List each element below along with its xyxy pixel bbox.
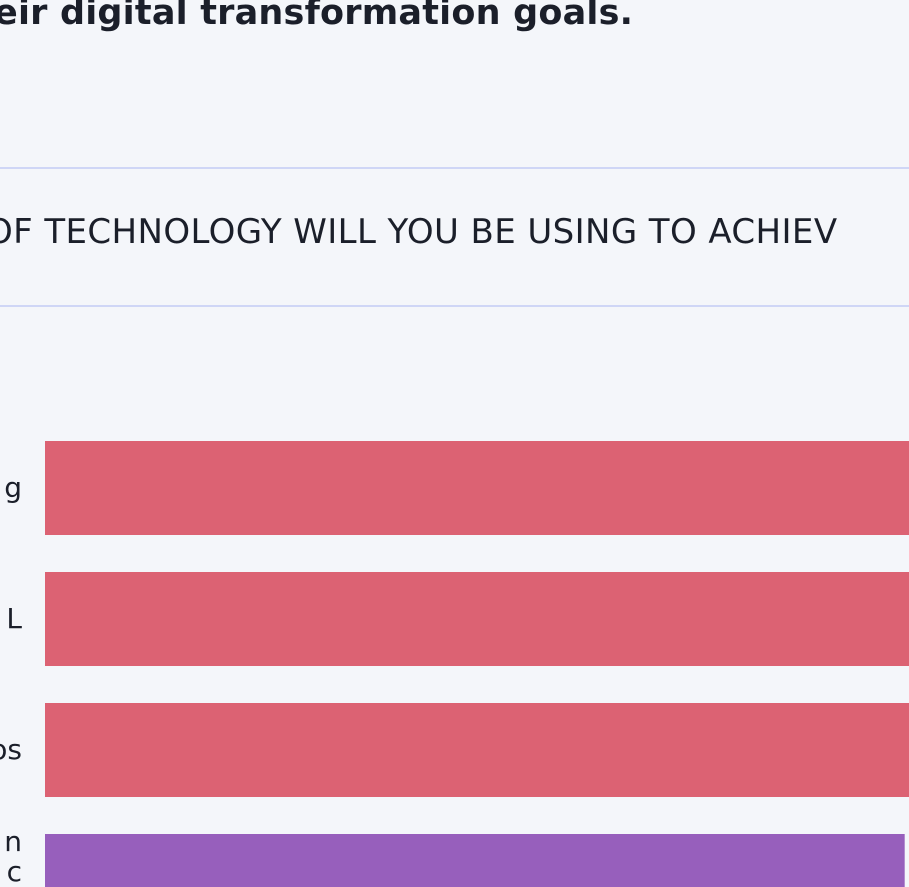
bar-label-2: os [0, 733, 22, 766]
bar-0[interactable] [45, 441, 909, 535]
technology-bar-chart: g Los nc [0, 441, 909, 887]
bar-label-3-line-1: c [7, 855, 22, 887]
bar-label-3-line-0: n [4, 825, 22, 858]
bar-2[interactable] [45, 703, 909, 797]
bar-label-1: L [6, 602, 22, 635]
bar-label-0: g [4, 471, 22, 504]
bar-3[interactable] [45, 834, 905, 887]
bar-1[interactable] [45, 572, 909, 666]
